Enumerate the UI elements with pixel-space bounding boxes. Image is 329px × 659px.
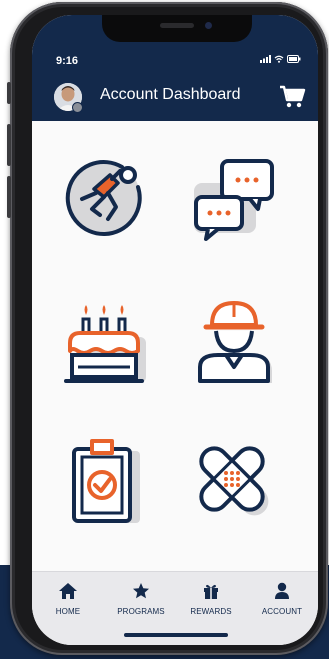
clipboard-check-icon[interactable] [58,435,150,527]
status-time: 9:16 [56,55,79,67]
cart-icon[interactable] [278,83,306,109]
tab-label-programs: PROGRAMS [117,607,165,616]
running-person-icon[interactable] [58,149,150,241]
battery-icon [287,55,301,63]
tab-programs[interactable]: PROGRAMS [109,582,173,616]
tab-rewards[interactable]: REWARDS [179,582,243,616]
gift-icon [204,584,218,599]
app-screen: 9:16 Account Dashboard HOME PROGRAMS REW… [32,15,318,645]
home-indicator[interactable] [124,633,228,637]
home-icon [59,583,77,599]
birthday-cake-icon[interactable] [58,297,150,389]
chat-bubbles-icon[interactable] [188,155,280,247]
status-icons [260,55,301,63]
tab-label-account: ACCOUNT [261,607,303,616]
app-header: 9:16 Account Dashboard [32,15,318,121]
wifi-icon [274,55,284,63]
tab-account[interactable]: ACCOUNT [250,582,314,616]
star-icon [133,583,149,599]
person-icon [275,582,289,599]
tab-label-home: HOME [55,607,81,616]
tab-home[interactable]: HOME [36,582,100,616]
avatar-badge [72,102,83,113]
tab-label-rewards: REWARDS [190,607,232,616]
notch [102,15,252,42]
construction-worker-icon[interactable] [188,297,280,389]
bandage-icon[interactable] [188,433,280,525]
page-title: Account Dashboard [100,86,241,103]
signal-icon [260,55,271,63]
